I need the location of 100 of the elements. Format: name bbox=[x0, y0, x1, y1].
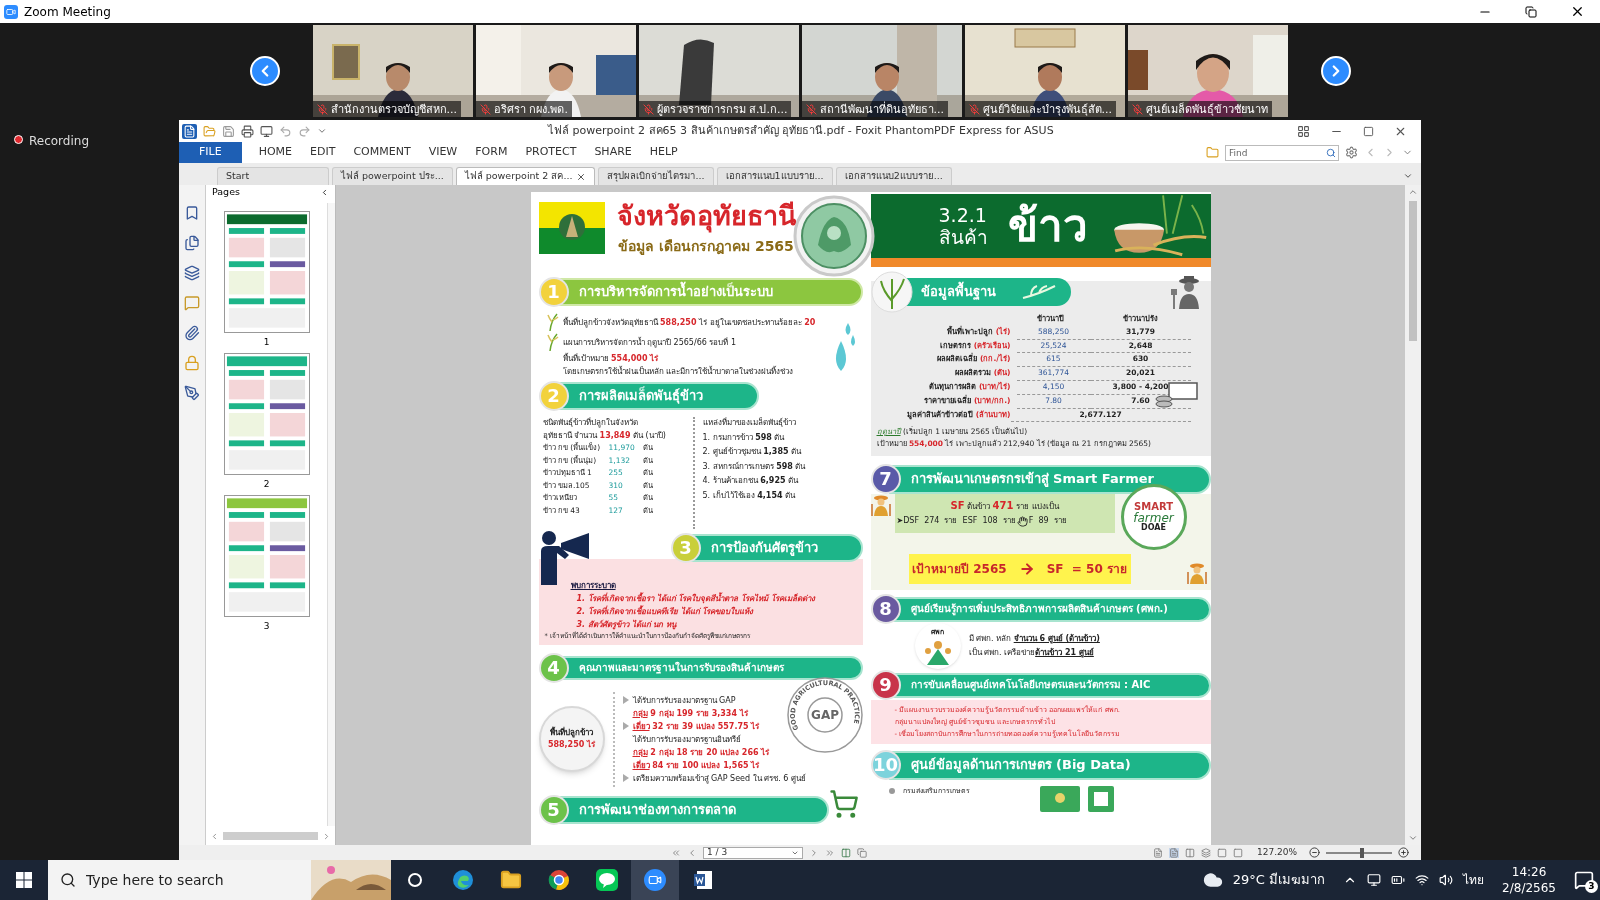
clock[interactable]: 14:26 2/8/2565 bbox=[1494, 864, 1564, 896]
document-tab[interactable]: ไฟล์ powerpoint ประ... bbox=[332, 167, 453, 185]
video-camera-icon[interactable] bbox=[644, 869, 666, 891]
menu-tab[interactable]: SHARE bbox=[585, 144, 641, 161]
body-text: เดี่ยว 32 ราย 39 แปลง 557.75 ไร่ bbox=[632, 720, 760, 733]
video-tile[interactable]: สถานีพัฒนาที่ดินอุทัยธา... bbox=[801, 25, 962, 117]
customize-icon[interactable] bbox=[317, 126, 327, 136]
single-page-icon[interactable] bbox=[1152, 847, 1163, 858]
cursor-icon bbox=[1016, 515, 1028, 527]
document-app-icon[interactable] bbox=[693, 870, 713, 890]
cover-icon[interactable] bbox=[1200, 847, 1211, 858]
body-text: ได้รับการรับรองมาตรฐานอินทรีย์ bbox=[632, 733, 741, 746]
layout-icon[interactable] bbox=[1297, 124, 1310, 138]
horizontal-scrollbar[interactable] bbox=[223, 832, 318, 840]
taskbar-button[interactable] bbox=[631, 860, 679, 900]
page-thumbnail[interactable] bbox=[223, 211, 310, 333]
logo-text: DOAE bbox=[1141, 524, 1166, 533]
people-icon bbox=[922, 639, 953, 666]
body-text: ชนิดพันธุ์ข้าวที่ปลูกในจังหวัด bbox=[542, 417, 639, 430]
continuous-icon[interactable] bbox=[1168, 847, 1179, 858]
report-subtitle: ข้อมูล เดือนกรกฎาคม 2565 bbox=[618, 239, 794, 253]
video-tile[interactable]: สำนักงานตรวจบัญชีสหก... bbox=[312, 25, 473, 117]
previous-button[interactable] bbox=[249, 56, 280, 86]
browser-icon[interactable] bbox=[452, 869, 474, 891]
zoom-in-icon[interactable] bbox=[1398, 847, 1409, 858]
restore-icon[interactable] bbox=[1525, 5, 1537, 18]
search-field[interactable]: Type here to search bbox=[48, 860, 311, 900]
slider-thumb[interactable] bbox=[1360, 847, 1365, 858]
menu-tab[interactable]: FILE bbox=[179, 142, 242, 163]
body-text: โดยเกษตรกรใช้น้ำฝนเป็นหลัก และมีการใช้น้ำบาดาลในช่วงฝนทิ้งช่วง bbox=[562, 366, 794, 377]
pages-view-icon[interactable] bbox=[857, 847, 867, 858]
page-number: 2 bbox=[263, 478, 270, 491]
save-icon[interactable] bbox=[222, 124, 235, 138]
collapse-icon[interactable] bbox=[320, 187, 329, 197]
video-tile[interactable]: อริศรา กผง.พด. bbox=[475, 25, 636, 117]
body-text: กลุ่ม 9 กลุ่ม 199 ราย 3,334 ไร่ bbox=[632, 707, 748, 720]
folder-icon[interactable] bbox=[500, 869, 522, 891]
list-item: 5. เก็บไว้ใช้เอง 4,154 ตัน bbox=[702, 489, 797, 502]
fit-width-icon[interactable] bbox=[1232, 847, 1243, 858]
battery-icon[interactable] bbox=[1391, 873, 1406, 887]
document-tab[interactable]: Start bbox=[217, 167, 329, 185]
fit-page-icon[interactable] bbox=[1216, 847, 1227, 858]
rice-stalk-icon bbox=[546, 333, 559, 351]
menu-tab[interactable]: HELP bbox=[640, 144, 687, 161]
print-icon[interactable] bbox=[241, 124, 254, 138]
bookmark-icon[interactable] bbox=[184, 205, 200, 221]
scroll-down-icon[interactable] bbox=[1408, 833, 1418, 843]
comment-icon[interactable] bbox=[184, 295, 200, 311]
number-badge: 10 bbox=[870, 750, 901, 781]
document-tab[interactable]: ไฟล์ powerpoint 2 สค... bbox=[455, 167, 596, 185]
page-thumbnail[interactable] bbox=[223, 353, 310, 475]
volume-icon[interactable] bbox=[1439, 873, 1454, 887]
video-tile[interactable]: ผู้ตรวจราชการกรม ส.ป.ก... bbox=[638, 25, 799, 117]
close-tab-icon[interactable] bbox=[576, 171, 587, 182]
find-field[interactable]: Find bbox=[1225, 144, 1339, 161]
farmer-icon bbox=[1186, 562, 1207, 585]
zoom-out-icon[interactable] bbox=[1309, 847, 1320, 858]
settings-icon[interactable] bbox=[1345, 146, 1358, 159]
pages-icon[interactable] bbox=[184, 235, 200, 251]
page-thumbnail[interactable] bbox=[223, 495, 310, 617]
chat-app-icon[interactable] bbox=[596, 869, 618, 891]
participant-name: อริศรา กผง.พด. bbox=[493, 103, 568, 115]
body-text: เตรียมความพร้อมเข้าสู่ GAP Seed ใน ศรช. 6 ศูนย์ bbox=[632, 772, 806, 785]
search-icon[interactable] bbox=[60, 872, 76, 888]
scrollbar-thumb[interactable] bbox=[1409, 201, 1417, 341]
list-item: 3. สหกรณ์การเกษตร 598 ตัน bbox=[702, 460, 806, 473]
scroll-left-icon[interactable] bbox=[210, 831, 219, 841]
weather-icon bbox=[1202, 870, 1223, 890]
breakdown-text: ➤DSF 274 ราย ESF 108 ราย bbox=[896, 515, 1016, 528]
network-icon[interactable] bbox=[1415, 873, 1430, 887]
facing-icon[interactable] bbox=[1184, 847, 1195, 858]
screen-icon[interactable] bbox=[260, 124, 273, 138]
maximize-button[interactable] bbox=[1363, 125, 1374, 137]
document-tab[interactable]: เอกสารแนบ1แบบราย... bbox=[716, 167, 833, 185]
flag-drawing bbox=[538, 202, 605, 254]
menu-tab[interactable]: EDIT bbox=[301, 144, 345, 161]
video-tile[interactable]: ศูนย์เมล็ดพันธุ์ข้าวชัยนาท bbox=[1127, 25, 1288, 117]
attachment-icon[interactable] bbox=[184, 325, 200, 341]
open-icon[interactable] bbox=[203, 124, 216, 138]
menu-tab[interactable]: HOME bbox=[249, 144, 302, 161]
start-icon[interactable] bbox=[16, 872, 32, 888]
menu-tab[interactable]: COMMENT bbox=[344, 144, 420, 161]
menu-tab[interactable]: FORM bbox=[466, 144, 517, 161]
page-view-icon[interactable] bbox=[841, 847, 851, 858]
display-icon[interactable] bbox=[1367, 873, 1382, 887]
document-tab[interactable]: สรุปผลเบิกจ่ายไตรมา... bbox=[598, 167, 714, 185]
tabs-menu-icon[interactable] bbox=[1403, 171, 1413, 181]
next-button[interactable] bbox=[1320, 56, 1351, 86]
browser-icon[interactable] bbox=[548, 869, 570, 891]
menu-tab[interactable]: VIEW bbox=[419, 144, 467, 161]
layers-icon[interactable] bbox=[184, 265, 200, 281]
signature-icon[interactable] bbox=[184, 385, 200, 401]
video-tile[interactable]: ศูนย์วิจัยและบำรุงพันธุ์สัต... bbox=[964, 25, 1125, 117]
language-indicator[interactable]: ไทย bbox=[1463, 871, 1485, 889]
scroll-up-icon[interactable] bbox=[1408, 187, 1418, 197]
task-view-icon[interactable] bbox=[408, 873, 422, 887]
scroll-right-icon[interactable] bbox=[322, 831, 331, 841]
document-tab[interactable]: เอกสารแนบ2แบบราย... bbox=[835, 167, 952, 185]
body-text: พื้นที่ปลูกข้าวจังหวัดอุทัยธานี 588,250 ไร่ อยู่ในเขตชลประทานร้อยละ 20 bbox=[562, 316, 816, 328]
menu-tab[interactable]: PROTECT bbox=[516, 144, 586, 161]
